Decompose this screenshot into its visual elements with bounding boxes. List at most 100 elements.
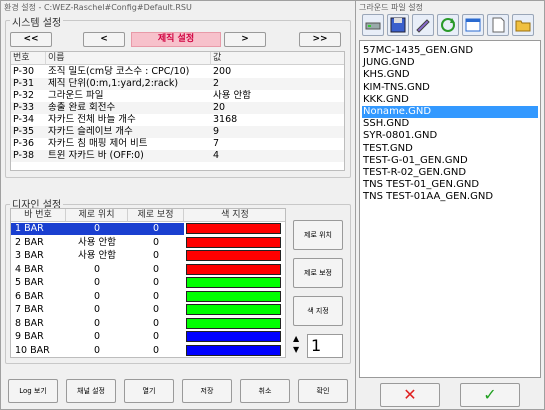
file-list[interactable]: 57MC-1435_GEN.GND JUNG.GND KHS.GND KIM-TNS.… (359, 40, 541, 378)
open-folder-icon[interactable] (512, 14, 534, 36)
file-list-item[interactable]: TEST.GND (362, 143, 538, 155)
row-name: 자카드 전체 바늘 개수 (48, 114, 136, 125)
col-header-name: 이름 (46, 52, 211, 65)
row-value: 20 (213, 102, 226, 113)
zero-correction-value: 0 (152, 250, 160, 261)
row-id: P-31 (13, 78, 35, 89)
row-value: 9 (213, 126, 220, 137)
design-row[interactable]: 6 BAR 0 0 (11, 290, 285, 303)
nav-last-button[interactable]: >> (299, 32, 341, 47)
color-swatch[interactable] (186, 250, 281, 261)
color-swatch[interactable] (186, 317, 281, 329)
row-name: 제직 단위(0:m,1:yard,2:rack) (48, 78, 179, 89)
design-row[interactable]: 2 BAR 사용 안함 0 (11, 236, 285, 249)
color-swatch[interactable] (186, 331, 281, 342)
zero-correction-value: 0 (152, 304, 160, 315)
design-row[interactable]: 7 BAR 0 0 (11, 304, 285, 316)
zero-correction-value: 0 (152, 344, 160, 356)
new-file-icon[interactable] (487, 14, 509, 36)
color-swatch[interactable] (186, 304, 281, 315)
table-row[interactable]: P-35 자카드 슬레이브 개수 9 (11, 126, 344, 138)
file-list-item[interactable]: SYR-0801.GND (362, 130, 538, 142)
zero-correction-value: 0 (152, 277, 160, 288)
row-id: P-30 (13, 66, 35, 77)
window-icon[interactable] (462, 14, 484, 36)
save-disk-icon[interactable] (387, 14, 409, 36)
save-button[interactable]: 저장 (182, 379, 232, 403)
col-header-color: 색 지정 (184, 209, 285, 222)
design-row[interactable]: 4 BAR 0 0 (11, 263, 285, 276)
color-swatch[interactable] (186, 290, 281, 302)
col-header-bar: 바 번호 (11, 209, 66, 222)
nav-next-button[interactable]: > (224, 32, 266, 47)
color-swatch[interactable] (186, 236, 281, 248)
color-swatch[interactable] (186, 263, 281, 275)
file-window-title: 그라운드 파일 설정 (359, 3, 423, 12)
row-name: 조직 밀도(cm당 코스수 : CPC/10) (48, 66, 190, 77)
zero-position-value: 사용 안함 (78, 250, 116, 261)
drive-icon[interactable] (362, 14, 384, 36)
row-name: 그라운드 파일 (48, 90, 104, 101)
row-name: 자카드 슬레이브 개수 (48, 126, 133, 137)
file-list-item[interactable]: KIM-TNS.GND (362, 82, 538, 94)
file-cancel-button[interactable]: ✕ (380, 383, 440, 407)
file-list-item[interactable]: TNS TEST-01AA_GEN.GND (362, 191, 538, 203)
file-list-item[interactable]: 57MC-1435_GEN.GND (362, 45, 538, 57)
bar-number: 1 BAR (11, 223, 66, 235)
design-row[interactable]: 8 BAR 0 0 (11, 317, 285, 330)
edit-icon[interactable] (412, 14, 434, 36)
file-list-item[interactable]: TEST-G-01_GEN.GND (362, 155, 538, 167)
nav-prev-button[interactable]: < (83, 32, 125, 47)
stepper-arrows[interactable]: ▲ ▼ (293, 333, 305, 357)
file-ok-button[interactable]: ✓ (460, 383, 520, 407)
color-assign-button[interactable]: 색 지정 (293, 296, 343, 326)
open-button[interactable]: 열기 (124, 379, 174, 403)
table-row[interactable]: P-34 자카드 전체 바늘 개수 3168 (11, 114, 344, 126)
check-icon: ✓ (483, 385, 497, 404)
zero-correction-button[interactable]: 제로 보정 (293, 258, 343, 288)
nav-first-button[interactable]: << (10, 32, 52, 47)
color-swatch[interactable] (186, 277, 281, 288)
table-row[interactable]: P-32 그라운드 파일 사용 안함 (11, 90, 344, 102)
refresh-icon[interactable] (437, 14, 459, 36)
cancel-button[interactable]: 취소 (240, 379, 290, 403)
table-row[interactable]: P-36 자카드 침 매핑 제어 비트 7 (11, 138, 344, 150)
table-row[interactable]: P-30 조직 밀도(cm당 코스수 : CPC/10) 200 (11, 66, 344, 78)
file-list-item[interactable]: KHS.GND (362, 69, 538, 81)
file-list-item[interactable]: KKK.GND (362, 94, 538, 106)
table-row[interactable]: P-33 송출 완료 회전수 20 (11, 102, 344, 114)
table-row[interactable]: P-38 트윈 자카드 바 (OFF:0) 4 (11, 150, 344, 162)
color-swatch[interactable] (186, 344, 281, 356)
stepper-down-icon[interactable]: ▼ (293, 344, 305, 355)
design-row[interactable]: 10 BAR 0 0 (11, 344, 285, 357)
bar-stepper-input[interactable]: 1 (307, 334, 343, 358)
color-swatch[interactable] (186, 223, 281, 234)
zero-correction-value: 0 (152, 236, 160, 248)
row-value: 200 (213, 66, 232, 77)
channel-setting-button[interactable]: 채널 설정 (66, 379, 116, 403)
file-list-item[interactable]: Noname.GND (362, 106, 538, 118)
row-value: 2 (213, 78, 220, 89)
zero-position-value: 0 (93, 277, 101, 288)
zero-position-value: 0 (93, 344, 101, 356)
row-value: 3168 (213, 114, 238, 125)
zero-position-button[interactable]: 제로 위치 (293, 220, 343, 250)
file-list-item[interactable]: SSH.GND (362, 118, 538, 130)
stepper-up-icon[interactable]: ▲ (293, 333, 305, 344)
file-list-item[interactable]: TEST-R-02_GEN.GND (362, 167, 538, 179)
design-row[interactable]: 9 BAR 0 0 (11, 331, 285, 343)
log-view-button[interactable]: Log 보기 (8, 379, 58, 403)
zero-position-value: 사용 안함 (78, 236, 116, 248)
row-value: 7 (213, 138, 220, 149)
zero-position-value: 0 (93, 317, 101, 329)
bar-number: 5 BAR (15, 277, 44, 288)
file-list-item[interactable]: TNS TEST-01_GEN.GND (362, 179, 538, 191)
file-list-item[interactable]: JUNG.GND (362, 57, 538, 69)
table-row[interactable]: P-31 제직 단위(0:m,1:yard,2:rack) 2 (11, 78, 344, 90)
confirm-button[interactable]: 확인 (298, 379, 348, 403)
design-row[interactable]: 3 BAR 사용 안함 0 (11, 250, 285, 262)
design-row[interactable]: 5 BAR 0 0 (11, 277, 285, 289)
settings-table[interactable]: 번호 이름 값 P-30 조직 밀도(cm당 코스수 : CPC/10) 200… (10, 51, 345, 171)
design-row[interactable]: 1 BAR 0 0 (11, 223, 285, 235)
design-grid[interactable]: 바 번호 제로 위치 제로 보정 색 지정 1 BAR 0 0 2 BAR 사용 안함 0… (10, 208, 286, 358)
